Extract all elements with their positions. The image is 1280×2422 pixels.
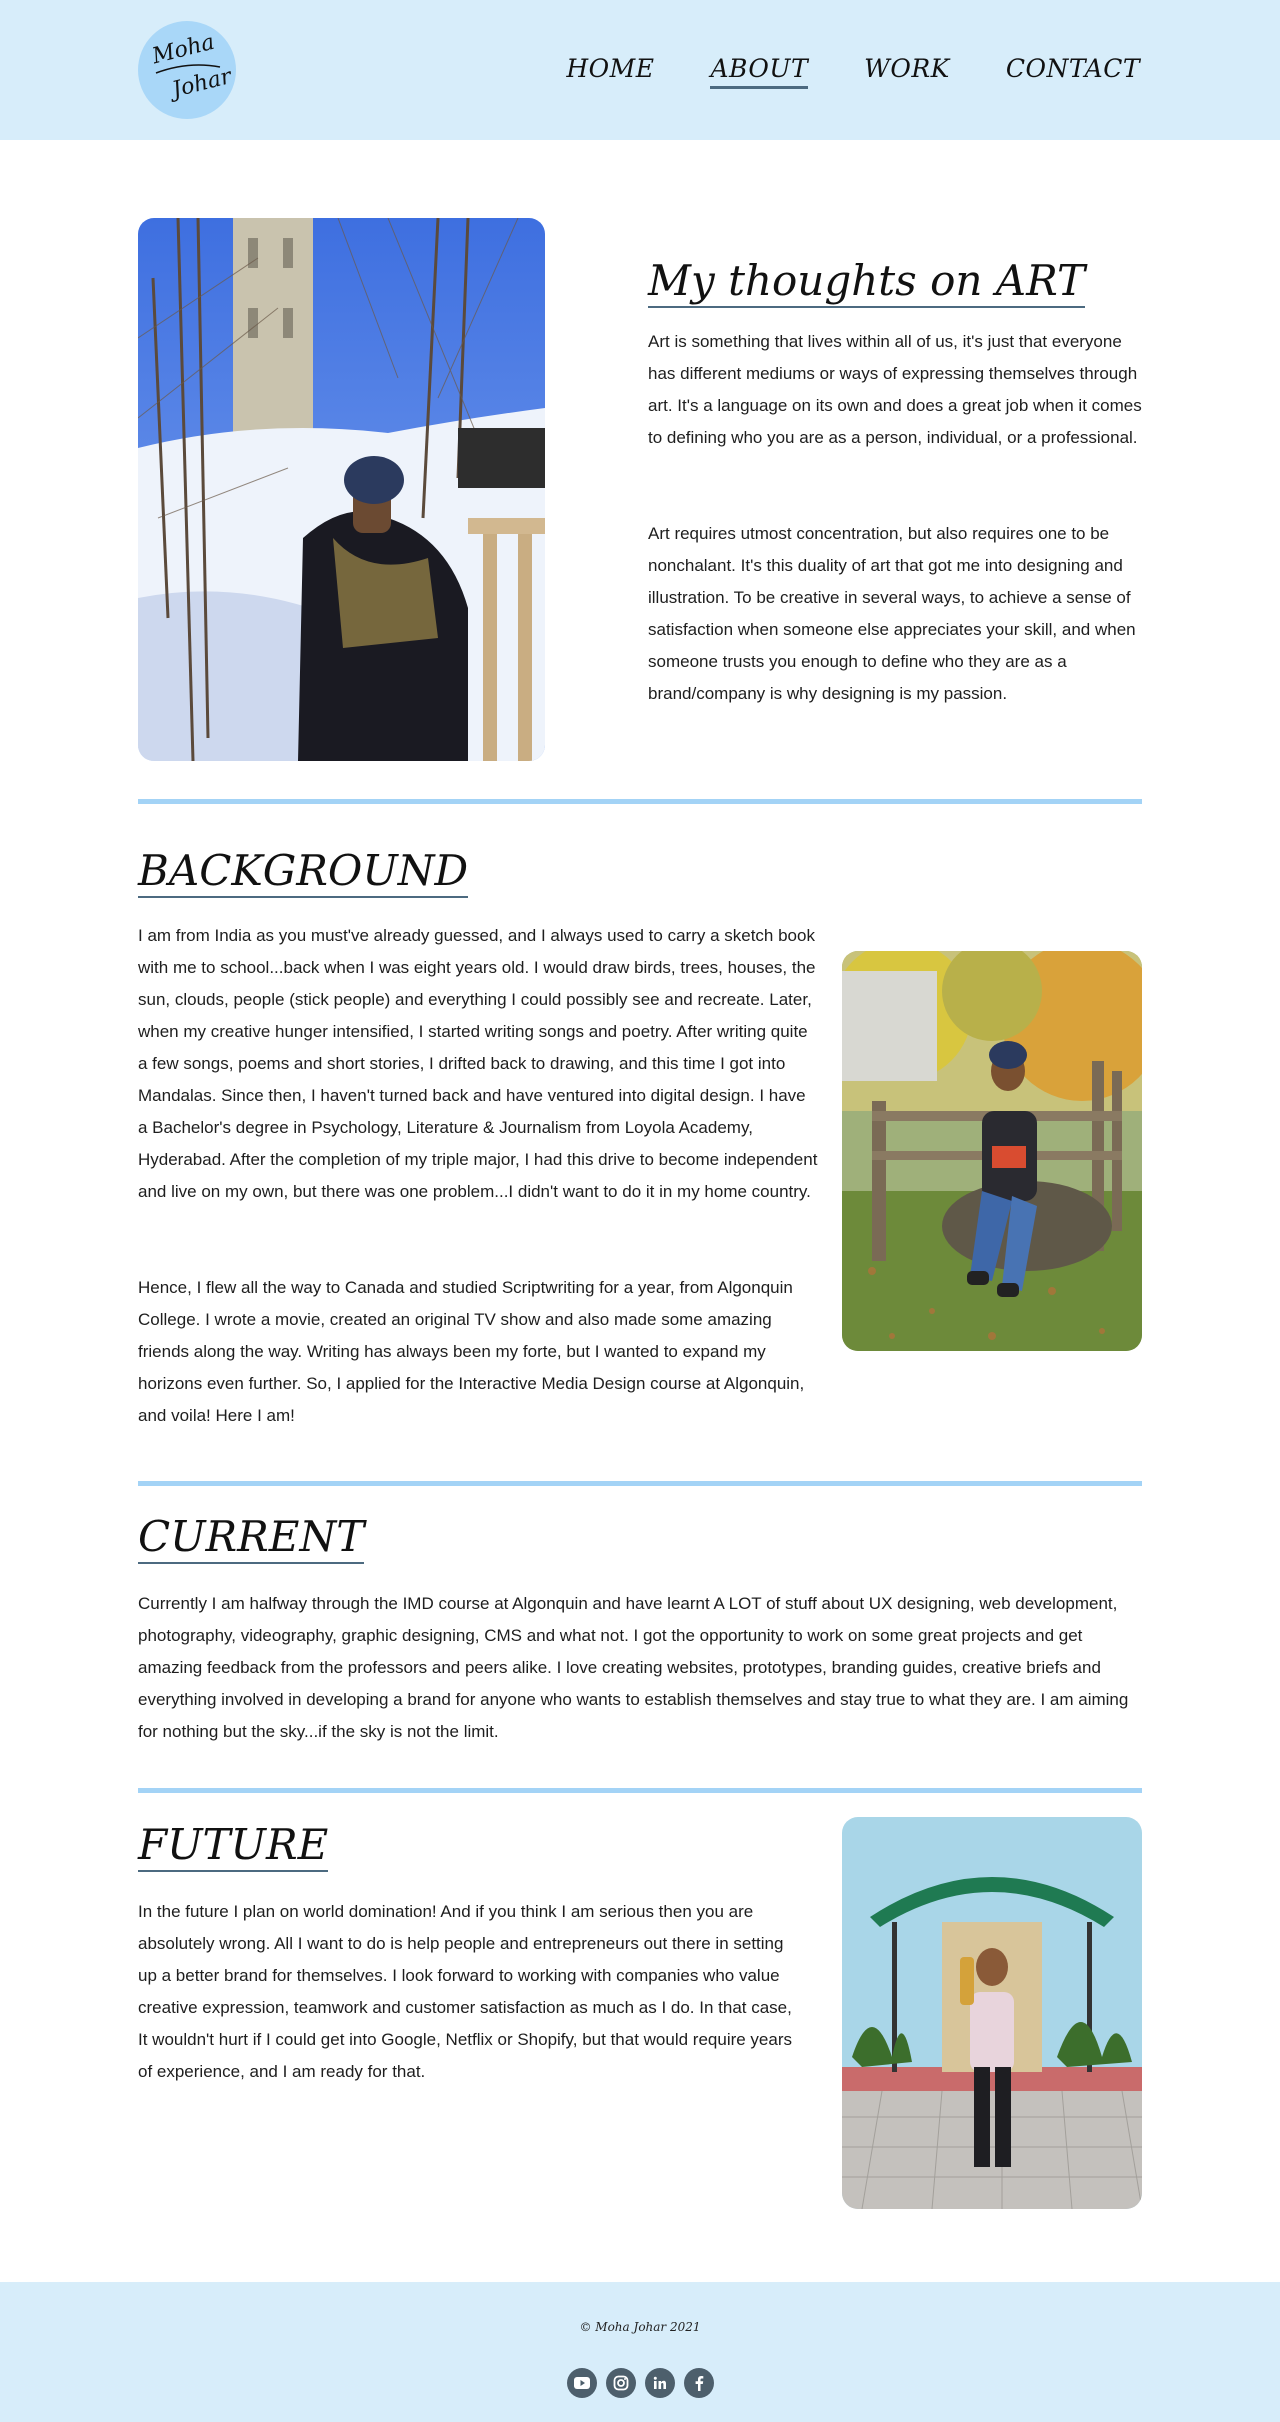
- youtube-icon[interactable]: [566, 2368, 597, 2398]
- future-paragraph: In the future I plan on world domination…: [138, 1902, 793, 2081]
- winter-portrait-photo: [138, 218, 545, 761]
- nav-home[interactable]: HOME: [566, 52, 654, 89]
- copyright-text: © Moha Johar 2021: [579, 2320, 701, 2334]
- nav-work[interactable]: WORK: [864, 52, 950, 89]
- section-divider: [138, 1788, 1142, 1793]
- facebook-icon[interactable]: [683, 2368, 714, 2398]
- art-paragraph-2: Art requires utmost concentration, but a…: [648, 524, 1136, 703]
- instagram-icon[interactable]: [605, 2368, 636, 2398]
- main-nav: HOME ABOUT WORK CONTACT: [566, 52, 1140, 89]
- section-divider: [138, 799, 1142, 804]
- current-paragraph: Currently I am halfway through the IMD c…: [138, 1594, 1129, 1741]
- future-heading: FUTURE: [138, 1824, 329, 1872]
- art-paragraph-1: Art is something that lives within all o…: [648, 332, 1142, 447]
- site-footer: © Moha Johar 2021: [0, 2282, 1280, 2422]
- trophy-photo: [842, 1817, 1142, 2209]
- background-heading: BACKGROUND: [138, 850, 469, 898]
- logo[interactable]: Moha Johar: [138, 21, 236, 119]
- social-links: [0, 2368, 1280, 2398]
- site-header: Moha Johar HOME ABOUT WORK CONTACT: [0, 0, 1280, 140]
- section-divider: [138, 1481, 1142, 1486]
- nav-about[interactable]: ABOUT: [710, 52, 809, 89]
- linkedin-icon[interactable]: [644, 2368, 675, 2398]
- art-heading: My thoughts on ART: [648, 260, 1085, 308]
- nav-contact[interactable]: CONTACT: [1006, 52, 1140, 89]
- background-paragraph-2: Hence, I flew all the way to Canada and …: [138, 1278, 805, 1425]
- background-paragraph-1: I am from India as you must've already g…: [138, 926, 818, 1201]
- current-heading: CURRENT: [138, 1516, 365, 1564]
- autumn-park-photo: [842, 951, 1142, 1351]
